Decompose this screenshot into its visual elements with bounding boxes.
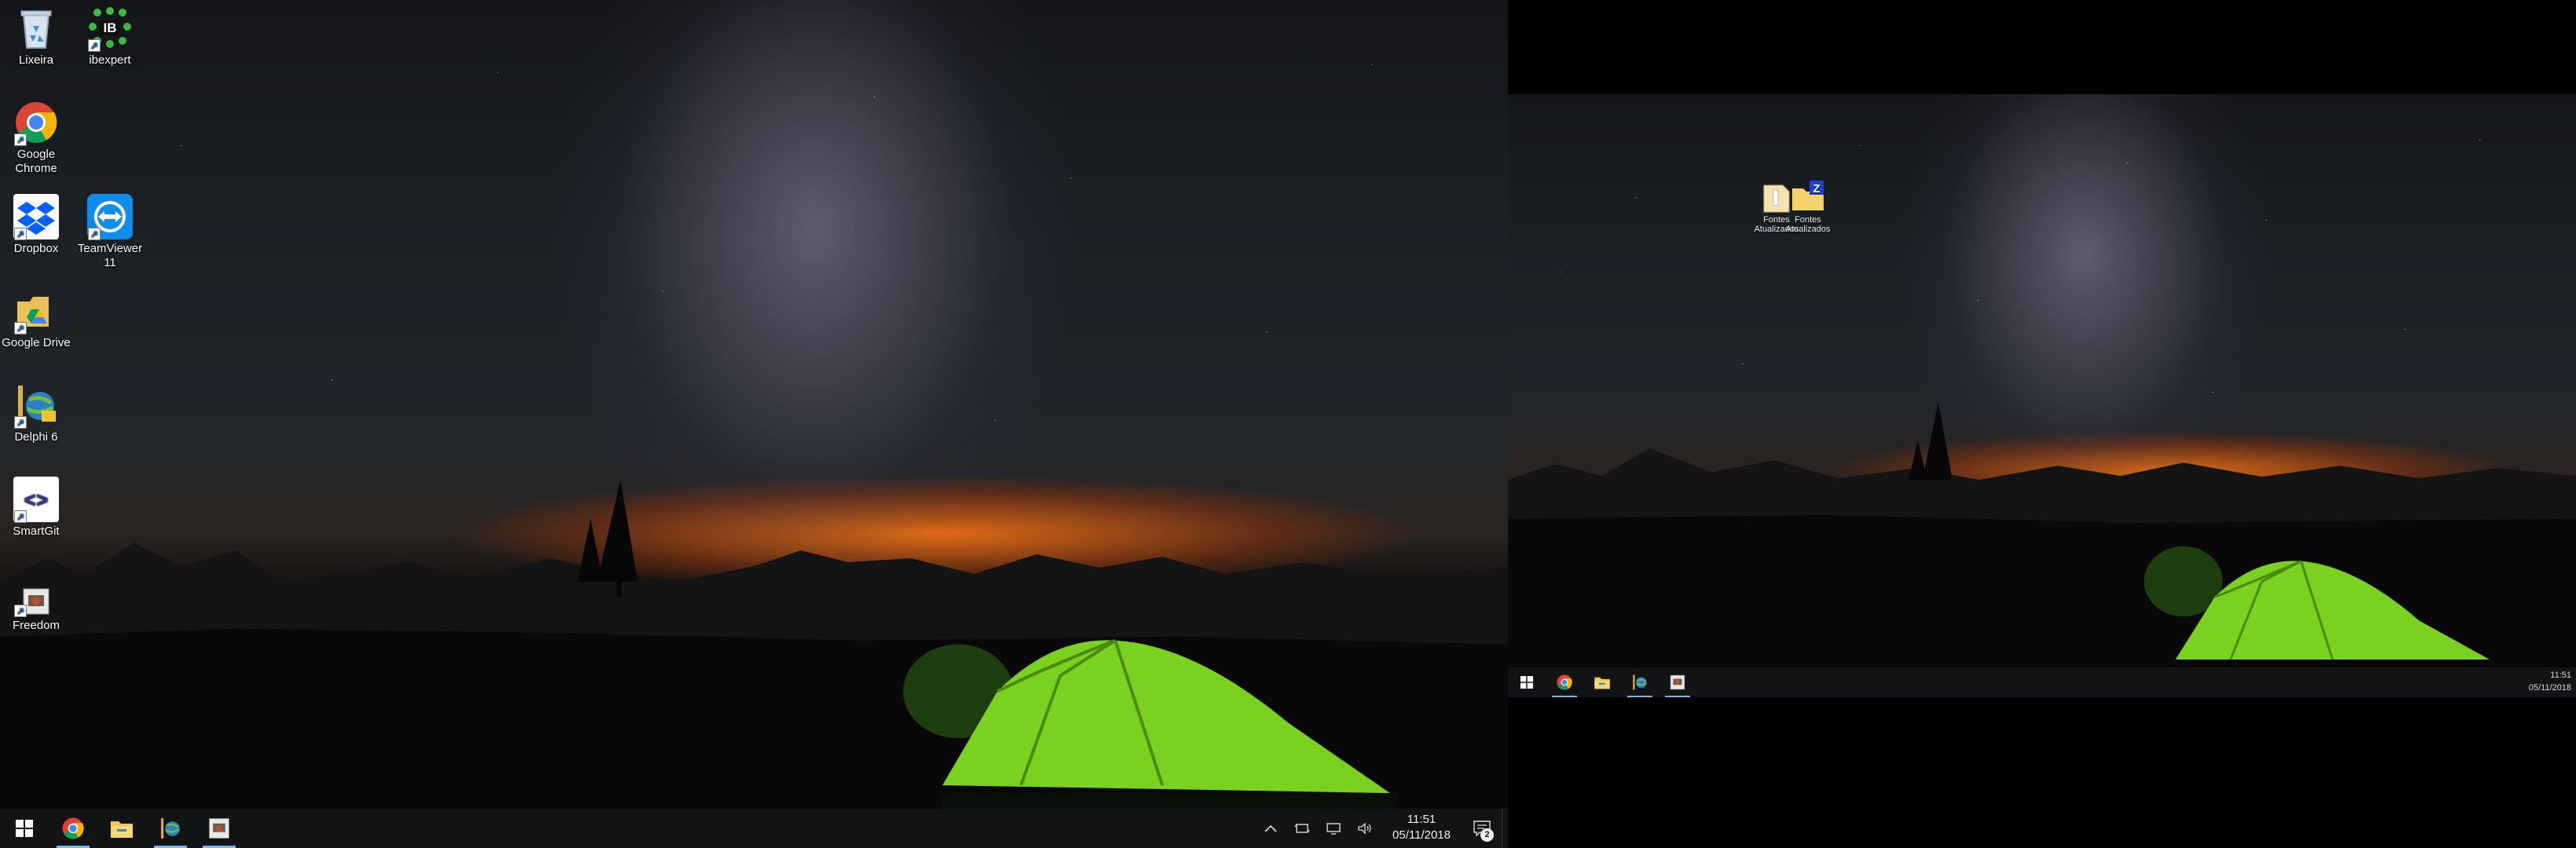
clock-date: 05/11/2018 [2528,683,2571,693]
desktop-icon-fontes-atualizados-2[interactable]: Z Fontes Atualizados [1780,179,1836,234]
freedom-icon: ↗ [13,586,60,617]
taskbar-file-explorer[interactable] [1583,667,1621,697]
taskbar-file-explorer[interactable] [97,809,146,848]
freedom-icon [209,818,229,839]
desktop-icon-ibexpert[interactable]: IB ↗ ibexpert [74,0,146,68]
delphi-icon [161,818,180,839]
taskbar: 11:51 05/11/2018 2 [0,809,1508,848]
desktop-icon-dropbox[interactable]: ↗ Dropbox [0,188,72,256]
system-tray: 11:51 05/11/2018 2 [1255,809,1508,848]
desktop-icon-smartgit[interactable]: <> ↗ SmartGit [0,471,72,539]
desktop-icon-google-drive[interactable]: ↗ Google Drive [0,283,72,350]
chrome-icon [1557,674,1572,690]
desktop-icon-label: Fontes Atualizados [1785,215,1831,234]
windows-start-icon [16,820,33,837]
recycle-bin-icon [13,5,60,52]
display-icon[interactable] [1318,809,1349,848]
desktop-icon-label: Google Drive [2,336,71,349]
tablet-icon[interactable] [1286,809,1318,848]
chrome-icon: ↗ [13,99,60,146]
delphi-icon [1633,674,1647,690]
ibexpert-icon-text: IB [104,20,117,35]
ibexpert-icon: IB ↗ [86,5,134,52]
taskbar-clock[interactable]: 11:51 05/11/2018 [1381,809,1462,848]
desktop-wallpaper [0,0,1508,809]
desktop-icon-label: Delphi 6 [14,430,58,444]
monitor-2: Fontes Atualizados Z Fontes Atualizados [1508,0,2576,848]
zip-folder-icon: Z [1791,179,1825,214]
desktop-icon-label: ibexpert [89,53,131,67]
teamviewer-icon: ↗ [86,193,134,240]
taskbar-clock[interactable]: 11:51 05/11/2018 [2508,669,2571,694]
taskbar-chrome[interactable] [1546,667,1583,697]
notification-count-badge: 2 [1480,828,1494,842]
desktop-icon-label: Google Chrome [15,148,57,175]
desktop-icon-label: TeamViewer 11 [77,242,143,269]
taskbar-delphi[interactable] [146,809,195,848]
clock-time: 11:51 [2550,671,2571,680]
file-explorer-icon [1594,677,1610,689]
desktop-icon-google-chrome[interactable]: ↗ Google Chrome [0,94,72,176]
windows-start-icon [1520,676,1533,689]
smartgit-icon-text: <> [24,489,48,513]
smartgit-icon: <> ↗ [13,476,60,523]
monitor-1: Lixeira IB ↗ ibexpert ↗ Google Chrome ↗ … [0,0,1508,848]
desktop-icon-label: SmartGit [13,525,60,538]
freedom-icon [1670,674,1685,690]
taskbar-chrome[interactable] [49,809,97,848]
taskbar-freedom[interactable] [195,809,243,848]
shortcut-arrow-icon: ↗ [88,39,101,52]
wallpaper-landscape [0,480,1508,809]
shortcut-arrow-icon: ↗ [88,228,101,240]
desktop-wallpaper: Fontes Atualizados Z Fontes Atualizados [1508,94,2576,667]
google-drive-icon: ↗ [13,287,60,334]
desktop-icon-label: Dropbox [13,242,59,255]
volume-icon[interactable] [1349,809,1381,848]
taskbar-freedom[interactable] [1659,667,1696,697]
delphi-icon: ↗ [13,382,60,429]
taskbar-secondary: 11:51 05/11/2018 [1508,667,2576,697]
desktop-icon-delphi[interactable]: ↗ Delphi 6 [0,377,72,444]
desktop-icons: Lixeira IB ↗ ibexpert ↗ Google Chrome ↗ … [0,0,173,801]
desktop-icon-label: Lixeira [18,53,54,67]
shortcut-arrow-icon: ↗ [14,605,27,617]
shortcut-arrow-icon: ↗ [14,416,27,429]
wallpaper-landscape [1508,401,2576,667]
chrome-icon [62,817,84,839]
dropbox-icon: ↗ [13,193,60,240]
shortcut-arrow-icon: ↗ [14,228,27,240]
taskbar-delphi[interactable] [1621,667,1659,697]
file-explorer-icon [111,821,133,838]
clock-time: 11:51 [1407,813,1436,826]
action-center-button[interactable]: 2 [1462,809,1502,848]
desktop-icon-recycle-bin[interactable]: Lixeira [0,0,72,68]
shortcut-arrow-icon: ↗ [14,133,27,146]
desktop-icon-teamviewer[interactable]: ↗ TeamViewer 11 [74,188,146,270]
start-button[interactable] [0,809,49,848]
clock-date: 05/11/2018 [1392,828,1451,842]
desktop-icon-label: Freedom [12,619,60,632]
svg-text:Z: Z [1813,182,1820,196]
shortcut-arrow-icon: ↗ [14,510,27,523]
desktop-icon-freedom[interactable]: ↗ Freedom [0,581,72,633]
show-desktop-button[interactable] [1502,809,1508,848]
chevron-up-icon[interactable] [1255,809,1286,848]
shortcut-arrow-icon: ↗ [14,322,27,334]
start-button[interactable] [1508,667,1546,697]
